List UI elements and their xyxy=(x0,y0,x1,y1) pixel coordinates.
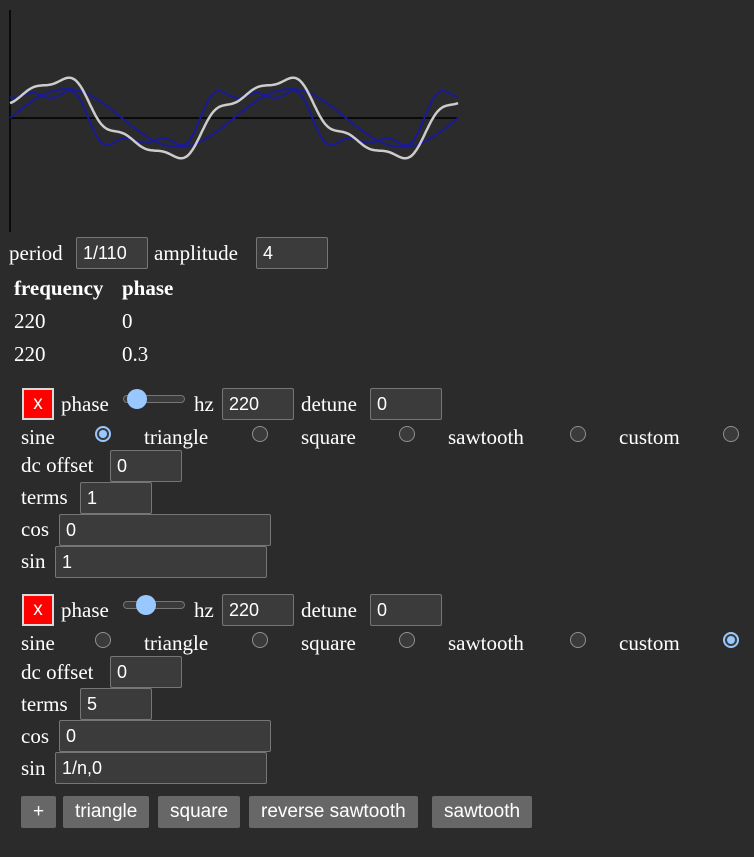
period-input[interactable] xyxy=(76,237,148,269)
detune-label: detune xyxy=(301,598,357,622)
wave-option-sawtooth-label: sawtooth xyxy=(448,425,524,449)
wave-radio-square[interactable] xyxy=(399,632,415,648)
wave-option-square-label: square xyxy=(301,631,356,655)
period-label: period xyxy=(9,241,63,265)
terms-input[interactable] xyxy=(80,482,152,514)
wave-radio-sine[interactable] xyxy=(95,426,111,442)
detune-label: detune xyxy=(301,392,357,416)
dc-offset-input[interactable] xyxy=(110,450,182,482)
sawtooth-preset-button[interactable]: sawtooth xyxy=(432,796,533,828)
wave-option-square-label: square xyxy=(301,425,356,449)
table-cell: 0 xyxy=(122,309,133,333)
sin-label: sin xyxy=(21,549,46,573)
phase-slider-thumb[interactable] xyxy=(127,389,148,409)
wave-option-sawtooth-label: sawtooth xyxy=(448,631,524,655)
phase-slider[interactable] xyxy=(123,389,185,409)
amplitude-label: amplitude xyxy=(154,241,238,265)
wave-radio-sawtooth[interactable] xyxy=(570,632,586,648)
add-oscillator-button[interactable]: + xyxy=(21,796,56,828)
wave-radio-triangle[interactable] xyxy=(252,632,268,648)
sin-label: sin xyxy=(21,756,46,780)
terms-label: terms xyxy=(21,485,68,509)
wave-radio-custom[interactable] xyxy=(723,426,739,442)
dc-offset-input[interactable] xyxy=(110,656,182,688)
table-header-frequency: frequency xyxy=(14,276,104,300)
wave-option-sine-label: sine xyxy=(21,631,55,655)
phase-slider[interactable] xyxy=(123,595,185,615)
hz-label: hz xyxy=(194,392,214,416)
reverse-sawtooth-preset-button[interactable]: reverse sawtooth xyxy=(249,796,418,828)
hz-label: hz xyxy=(194,598,214,622)
detune-input[interactable] xyxy=(370,594,442,626)
cos-label: cos xyxy=(21,517,49,541)
remove-oscillator-button[interactable]: x xyxy=(22,594,54,626)
remove-oscillator-button[interactable]: x xyxy=(22,388,54,420)
cos-label: cos xyxy=(21,724,49,748)
table-cell: 220 xyxy=(14,309,46,333)
waveform-plot xyxy=(9,10,459,232)
wave-radio-custom[interactable] xyxy=(723,632,739,648)
component-table: frequency phase 220 0 220 0.3 xyxy=(14,276,214,372)
oscillator-panel-2: x phase hz detune sine triangle square s… xyxy=(0,593,754,789)
sin-coefficients-input[interactable] xyxy=(55,546,267,578)
hz-input[interactable] xyxy=(222,388,294,420)
oscillator-panel-1: x phase hz detune sine triangle square s… xyxy=(0,386,754,582)
wave-option-custom-label: custom xyxy=(619,425,680,449)
hz-input[interactable] xyxy=(222,594,294,626)
dc-offset-label: dc offset xyxy=(21,660,94,684)
table-cell: 0.3 xyxy=(122,342,149,366)
wave-radio-square[interactable] xyxy=(399,426,415,442)
terms-label: terms xyxy=(21,692,68,716)
dc-offset-label: dc offset xyxy=(21,453,94,477)
wave-option-custom-label: custom xyxy=(619,631,680,655)
square-preset-button[interactable]: square xyxy=(158,796,241,828)
wave-radio-sawtooth[interactable] xyxy=(570,426,586,442)
phase-label: phase xyxy=(61,598,109,622)
cos-coefficients-input[interactable] xyxy=(59,514,271,546)
terms-input[interactable] xyxy=(80,688,152,720)
table-header-phase: phase xyxy=(122,276,174,300)
cos-coefficients-input[interactable] xyxy=(59,720,271,752)
wave-option-triangle-label: triangle xyxy=(144,631,209,655)
sin-coefficients-input[interactable] xyxy=(55,752,267,784)
table-cell: 220 xyxy=(14,342,46,366)
amplitude-input[interactable] xyxy=(256,237,328,269)
wave-radio-triangle[interactable] xyxy=(252,426,268,442)
wave-option-triangle-label: triangle xyxy=(144,425,209,449)
detune-input[interactable] xyxy=(370,388,442,420)
wave-radio-sine[interactable] xyxy=(95,632,111,648)
wave-option-sine-label: sine xyxy=(21,425,55,449)
phase-label: phase xyxy=(61,392,109,416)
triangle-preset-button[interactable]: triangle xyxy=(63,796,150,828)
phase-slider-thumb[interactable] xyxy=(135,595,156,615)
